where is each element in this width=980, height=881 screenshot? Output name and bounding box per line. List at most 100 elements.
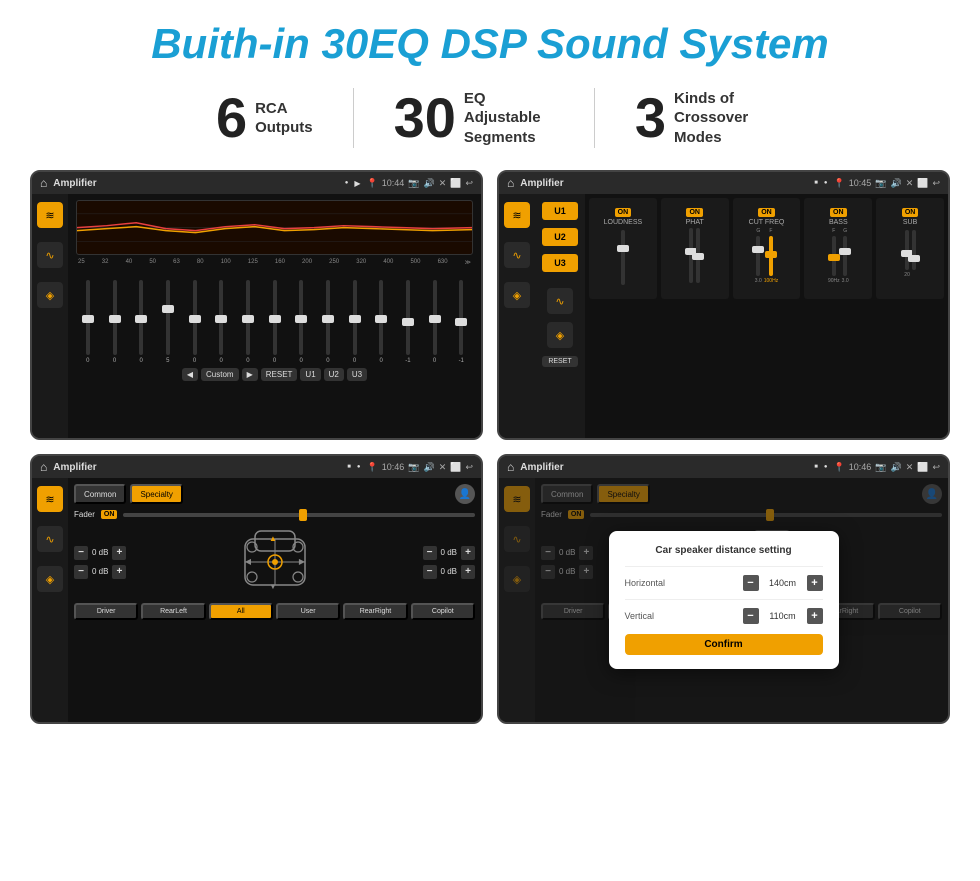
- back-icon[interactable]: ↩: [465, 178, 473, 189]
- screen-amplifier: ⌂ Amplifier ■ ● 📍 10:45 📷 🔊 ✕ ⬜ ↩ ≋ ∿: [497, 170, 950, 440]
- eq-reset-btn[interactable]: RESET: [261, 368, 298, 381]
- dialog-vertical-plus[interactable]: +: [807, 608, 823, 624]
- amp-bass-on[interactable]: ON: [830, 208, 847, 217]
- eq-preset-custom[interactable]: Custom: [201, 368, 239, 381]
- eq-slider-13: 0: [423, 280, 447, 364]
- stat-number-crossover: 3: [635, 90, 666, 146]
- eq-wave-icon[interactable]: ∿: [37, 242, 63, 268]
- dialog-divider-2: [625, 599, 823, 600]
- spec-filter-icon[interactable]: ≋: [37, 486, 63, 512]
- eq-filter-icon[interactable]: ≋: [37, 202, 63, 228]
- spec-back-icon[interactable]: ↩: [465, 462, 473, 473]
- minus-btn-rl[interactable]: −: [74, 565, 88, 579]
- plus-btn-rr[interactable]: +: [461, 565, 475, 579]
- dialog-vertical-minus[interactable]: −: [743, 608, 759, 624]
- spec-window-icon: ⬜: [450, 462, 461, 473]
- dist-home-icon[interactable]: ⌂: [507, 460, 514, 474]
- eq-graph: [76, 200, 473, 255]
- eq-slider-8: 0: [289, 280, 313, 364]
- driver-btn[interactable]: Driver: [74, 603, 138, 620]
- all-btn[interactable]: All: [209, 603, 273, 620]
- user-btn[interactable]: User: [276, 603, 340, 620]
- specialty-main: Common Specialty 👤 Fader ON: [68, 478, 481, 722]
- minus-btn-fl[interactable]: −: [74, 546, 88, 560]
- screen-distance: ⌂ Amplifier ■ ● 📍 10:46 📷 🔊 ✕ ⬜ ↩ ≋: [497, 454, 950, 724]
- main-title: Buith-in 30EQ DSP Sound System: [30, 20, 950, 68]
- eq-slider-4: 0: [183, 280, 207, 364]
- close-icon[interactable]: ✕: [439, 178, 447, 189]
- copilot-btn[interactable]: Copilot: [411, 603, 475, 620]
- dialog-vertical-control: − 110cm +: [743, 608, 823, 624]
- screen-specialty: ⌂ Amplifier ■ ● 📍 10:46 📷 🔊 ✕ ⬜ ↩ ≋ ∿: [30, 454, 483, 724]
- amp-reset-btn[interactable]: RESET: [542, 356, 577, 367]
- fader-on-badge[interactable]: ON: [101, 510, 118, 519]
- eq-speaker-icon[interactable]: ◈: [37, 282, 63, 308]
- spec-close-icon[interactable]: ✕: [439, 462, 447, 473]
- spec-content: ≋ ∿ ◈ Common Specialty 👤 Fader ON: [32, 478, 481, 722]
- amp-cutfreq-on[interactable]: ON: [758, 208, 775, 217]
- eq-topbar: ⌂ Amplifier ● ▶ 📍 10:44 📷 🔊 ✕ ⬜ ↩: [32, 172, 481, 194]
- minus-btn-rr[interactable]: −: [423, 565, 437, 579]
- tab-common[interactable]: Common: [74, 484, 126, 504]
- eq-slider-10: 0: [343, 280, 367, 364]
- speaker-controls-left: − 0 dB + − 0 dB +: [74, 546, 126, 579]
- dist-back-icon[interactable]: ↩: [932, 462, 940, 473]
- minus-btn-fr[interactable]: −: [423, 546, 437, 560]
- rearleft-btn[interactable]: RearLeft: [141, 603, 205, 620]
- amp-wave-icon[interactable]: ∿: [504, 242, 530, 268]
- confirm-button[interactable]: Confirm: [625, 634, 823, 655]
- eq-slider-9: 0: [316, 280, 340, 364]
- amp-location-icon: 📍: [834, 178, 845, 189]
- amp-loudness-on[interactable]: ON: [615, 208, 632, 217]
- eq-u2-btn[interactable]: U2: [324, 368, 344, 381]
- amp-speaker2-icon[interactable]: ◈: [547, 322, 573, 348]
- screen-eq: ⌂ Amplifier ● ▶ 📍 10:44 📷 🔊 ✕ ⬜ ↩ ≋ ∿: [30, 170, 483, 440]
- db-val-fl: 0 dB: [92, 548, 108, 557]
- amp-u1-btn[interactable]: U1: [542, 202, 578, 220]
- rearright-btn[interactable]: RearRight: [343, 603, 407, 620]
- eq-content: ≋ ∿ ◈: [32, 194, 481, 438]
- dialog-vertical-value: 110cm: [763, 611, 803, 621]
- spec-dot1: ■: [347, 464, 351, 470]
- dialog-horizontal-minus[interactable]: −: [743, 575, 759, 591]
- spec-speaker-icon[interactable]: ◈: [37, 566, 63, 592]
- db-val-fr: 0 dB: [441, 548, 457, 557]
- dist-close-icon[interactable]: ✕: [906, 462, 914, 473]
- specialty-topbar: ⌂ Amplifier ■ ● 📍 10:46 📷 🔊 ✕ ⬜ ↩: [32, 456, 481, 478]
- eq-prev-btn[interactable]: ◀: [182, 368, 198, 381]
- spec-home-icon[interactable]: ⌂: [40, 460, 47, 474]
- eq-u1-btn[interactable]: U1: [300, 368, 320, 381]
- amp-filter-icon[interactable]: ≋: [504, 202, 530, 228]
- plus-btn-rl[interactable]: +: [112, 565, 126, 579]
- amp-side-icons: ≋ ∿ ◈: [499, 194, 535, 438]
- dialog-horizontal-control: − 140cm +: [743, 575, 823, 591]
- amp-close-icon[interactable]: ✕: [906, 178, 914, 189]
- plus-btn-fr[interactable]: +: [461, 546, 475, 560]
- amp-u2-btn[interactable]: U2: [542, 228, 578, 246]
- amp-phat: ON PHAT: [661, 198, 729, 299]
- amp-u3-btn[interactable]: U3: [542, 254, 578, 272]
- plus-btn-fl[interactable]: +: [112, 546, 126, 560]
- window-icon: ⬜: [450, 178, 461, 189]
- stat-crossover: 3 Kinds ofCrossover Modes: [595, 89, 804, 148]
- dist-topbar-icons: 📍 10:46 📷 🔊 ✕ ⬜ ↩: [834, 462, 941, 473]
- fader-slider[interactable]: [123, 513, 475, 517]
- amp-volume-icon: 🔊: [890, 178, 901, 189]
- eq-next-btn[interactable]: ▶: [242, 368, 258, 381]
- tab-specialty[interactable]: Specialty: [130, 484, 182, 504]
- amp-home-icon[interactable]: ⌂: [507, 176, 514, 190]
- amp-speaker-icon[interactable]: ◈: [504, 282, 530, 308]
- dialog-horizontal-plus[interactable]: +: [807, 575, 823, 591]
- svg-text:▲: ▲: [269, 534, 277, 543]
- amp-back-icon[interactable]: ↩: [932, 178, 940, 189]
- eq-freq-labels: 25 32 40 50 63 80 100 125 160 200 250 32…: [76, 259, 473, 266]
- amp-sub-on[interactable]: ON: [902, 208, 919, 217]
- amp-cutfreq: ON CUT FREQ G 3.0: [733, 198, 801, 299]
- spec-wave-icon[interactable]: ∿: [37, 526, 63, 552]
- eq-play-icon: ▶: [354, 179, 360, 188]
- amp-phat-on[interactable]: ON: [686, 208, 703, 217]
- profile-icon[interactable]: 👤: [455, 484, 475, 504]
- home-icon[interactable]: ⌂: [40, 176, 47, 190]
- eq-u3-btn[interactable]: U3: [347, 368, 367, 381]
- amp-wave2-icon[interactable]: ∿: [547, 288, 573, 314]
